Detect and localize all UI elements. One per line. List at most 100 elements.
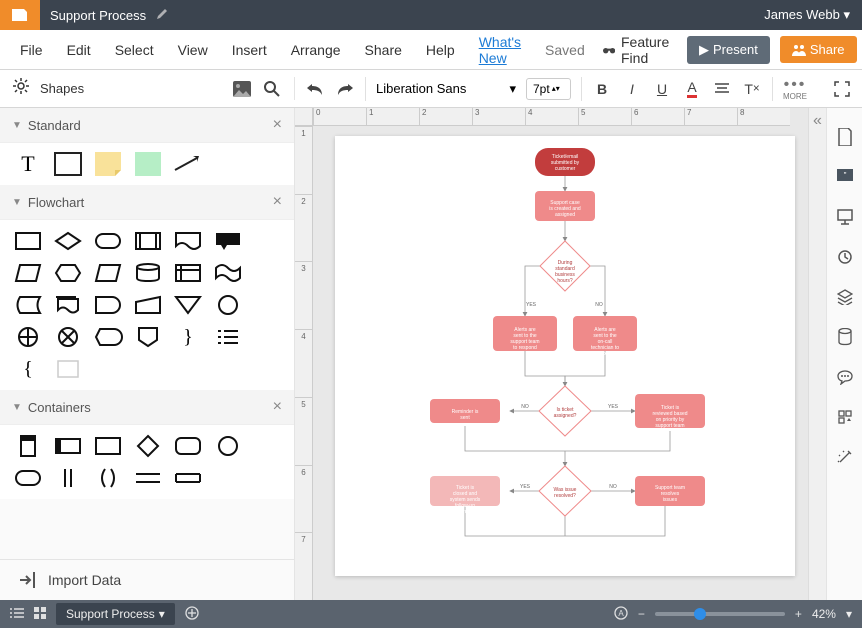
process-shape[interactable] bbox=[14, 230, 42, 252]
bracket-h-shape[interactable] bbox=[174, 467, 202, 489]
offpage-shape[interactable] bbox=[134, 326, 162, 348]
manual-input-shape[interactable] bbox=[134, 294, 162, 316]
zoom-out-icon[interactable]: − bbox=[638, 607, 645, 621]
feature-find[interactable]: Feature Find bbox=[603, 34, 675, 66]
chat-icon[interactable] bbox=[834, 366, 856, 388]
or-shape[interactable] bbox=[14, 326, 42, 348]
history-icon[interactable] bbox=[834, 246, 856, 268]
container-round-shape[interactable] bbox=[174, 435, 202, 457]
canvas[interactable]: 012345678 1234567 YES NO NO bbox=[295, 108, 808, 600]
align-icon[interactable] bbox=[712, 79, 732, 99]
note-green-shape[interactable] bbox=[134, 153, 162, 175]
undo-icon[interactable] bbox=[305, 79, 325, 99]
underline-icon[interactable]: U bbox=[652, 79, 672, 99]
document-shape[interactable] bbox=[174, 230, 202, 252]
container-circle-shape[interactable] bbox=[214, 435, 242, 457]
flow-node-reminder[interactable]: Reminder issent bbox=[430, 399, 500, 423]
zoom-slider[interactable] bbox=[655, 612, 785, 616]
swimlane-h-shape[interactable] bbox=[54, 435, 82, 457]
flow-node-case[interactable]: Support caseis created andassigned bbox=[535, 191, 595, 221]
section-standard[interactable]: ▼ Standard × bbox=[0, 108, 294, 143]
internal-storage-shape[interactable] bbox=[174, 262, 202, 284]
paren-shape[interactable] bbox=[94, 467, 122, 489]
container-pill-shape[interactable] bbox=[14, 467, 42, 489]
flow-decision-assigned[interactable]: Is ticketassigned? bbox=[539, 386, 591, 436]
menu-whats-new[interactable]: What's New bbox=[469, 28, 531, 72]
connector-shape[interactable] bbox=[214, 294, 242, 316]
flow-node-start[interactable]: Ticket/emailsubmitted bycustomer bbox=[535, 148, 595, 176]
zoom-value[interactable]: 42% bbox=[812, 607, 836, 621]
terminator-shape[interactable] bbox=[94, 230, 122, 252]
share-button[interactable]: Share bbox=[780, 36, 857, 63]
comment-flag-icon[interactable]: " bbox=[834, 166, 856, 188]
data-shape[interactable] bbox=[14, 262, 42, 284]
menu-arrange[interactable]: Arrange bbox=[281, 36, 351, 64]
bracket-v-shape[interactable] bbox=[54, 467, 82, 489]
zoom-knob[interactable] bbox=[694, 608, 706, 620]
close-icon[interactable]: × bbox=[273, 398, 282, 416]
italic-icon[interactable]: I bbox=[622, 79, 642, 99]
gear-icon[interactable] bbox=[12, 77, 30, 100]
double-line-shape[interactable] bbox=[134, 467, 162, 489]
menu-file[interactable]: File bbox=[10, 36, 53, 64]
clear-format-icon[interactable]: T× bbox=[742, 79, 762, 99]
zoom-in-icon[interactable]: + bbox=[795, 607, 802, 621]
flow-node-resolve[interactable]: Support teamresolvesissues bbox=[635, 476, 705, 506]
actions-icon[interactable] bbox=[834, 406, 856, 428]
page-icon[interactable] bbox=[834, 126, 856, 148]
flow-node-review[interactable]: Ticket isreviewed basedon priority bysup… bbox=[635, 394, 705, 429]
section-containers[interactable]: ▼ Containers × bbox=[0, 390, 294, 425]
text-tool[interactable]: T bbox=[14, 153, 42, 175]
list-shape[interactable] bbox=[214, 326, 242, 348]
flow-node-support-alert[interactable]: Alerts aresent to thesupport teamto resp… bbox=[493, 316, 557, 351]
menu-insert[interactable]: Insert bbox=[222, 36, 277, 64]
flow-node-close[interactable]: Ticket isclosed andsystem sendsfollow-up… bbox=[430, 476, 500, 515]
tape-shape[interactable] bbox=[214, 262, 242, 284]
import-data-button[interactable]: Import Data bbox=[0, 559, 294, 600]
add-page-icon[interactable] bbox=[185, 606, 199, 623]
menu-view[interactable]: View bbox=[168, 36, 218, 64]
brace-right-shape[interactable]: } bbox=[174, 326, 202, 348]
right-panel-toggle[interactable]: « bbox=[808, 108, 826, 600]
callout-shape[interactable] bbox=[214, 230, 242, 252]
page-tab[interactable]: Support Process ▾ bbox=[56, 603, 175, 625]
app-logo[interactable] bbox=[0, 0, 40, 30]
document-title[interactable]: Support Process bbox=[40, 8, 146, 23]
user-menu[interactable]: James Webb ▾ bbox=[764, 7, 862, 23]
parallelogram-shape[interactable] bbox=[94, 262, 122, 284]
chevron-down-icon[interactable]: ▾ bbox=[846, 607, 852, 621]
menu-help[interactable]: Help bbox=[416, 36, 465, 64]
flow-decision-hours[interactable]: Duringstandardbusinesshours? bbox=[540, 241, 590, 291]
flow-decision-resolved[interactable]: Was issueresolved? bbox=[539, 466, 591, 516]
subprocess-shape[interactable] bbox=[134, 230, 162, 252]
extract-shape[interactable] bbox=[174, 294, 202, 316]
font-size-select[interactable]: 7pt ▴▾ bbox=[526, 78, 571, 100]
grid-view-icon[interactable] bbox=[34, 607, 46, 622]
close-icon[interactable]: × bbox=[273, 116, 282, 134]
text-color-icon[interactable]: A bbox=[682, 79, 702, 99]
container-diamond-shape[interactable] bbox=[134, 435, 162, 457]
menu-share[interactable]: Share bbox=[355, 36, 412, 64]
canvas-page[interactable]: YES NO NO YES YES NO Ticket/emailsubmit bbox=[335, 136, 795, 576]
menu-edit[interactable]: Edit bbox=[57, 36, 101, 64]
font-select[interactable]: Liberation Sans ▾ bbox=[376, 81, 516, 97]
rectangle-shape[interactable] bbox=[54, 153, 82, 175]
note-yellow-shape[interactable] bbox=[94, 153, 122, 175]
container-rect-shape[interactable] bbox=[94, 435, 122, 457]
arrow-shape[interactable] bbox=[174, 153, 202, 175]
display-shape[interactable] bbox=[94, 326, 122, 348]
magic-icon[interactable] bbox=[834, 446, 856, 468]
section-flowchart[interactable]: ▼ Flowchart × bbox=[0, 185, 294, 220]
swimlane-v-shape[interactable] bbox=[14, 435, 42, 457]
menu-select[interactable]: Select bbox=[105, 36, 164, 64]
data-icon[interactable] bbox=[834, 326, 856, 348]
flow-node-oncall-alert[interactable]: Alerts aresent to theon-calltechnician t… bbox=[573, 316, 637, 357]
toolbar-more[interactable]: ••• MORE bbox=[783, 77, 807, 101]
bold-icon[interactable]: B bbox=[592, 79, 612, 99]
present-button[interactable]: ▶ Present bbox=[687, 36, 770, 64]
card-shape[interactable] bbox=[54, 358, 82, 380]
decision-shape[interactable] bbox=[54, 230, 82, 252]
database-shape[interactable] bbox=[134, 262, 162, 284]
search-icon[interactable] bbox=[262, 79, 282, 99]
redo-icon[interactable] bbox=[335, 79, 355, 99]
